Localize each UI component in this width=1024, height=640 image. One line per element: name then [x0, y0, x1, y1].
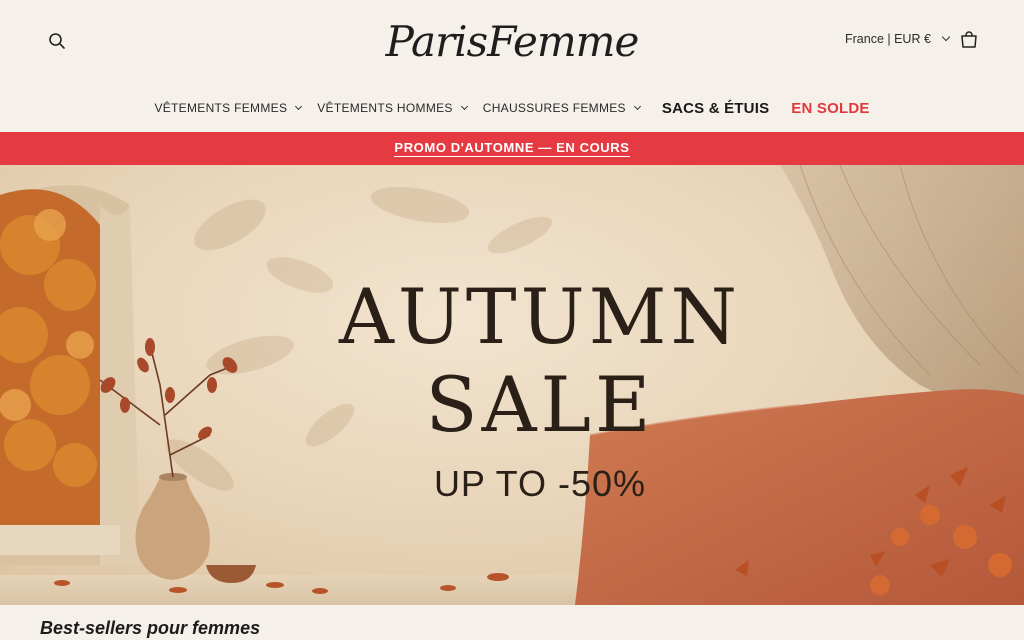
- chevron-down-icon: [941, 32, 951, 42]
- nav-label: SACS & ÉTUIS: [661, 99, 770, 117]
- search-icon[interactable]: [46, 30, 68, 52]
- nav-item-sacs-etuis[interactable]: SACS & ÉTUIS: [662, 100, 769, 117]
- hero-subtitle: UP TO -50%: [433, 463, 647, 504]
- hero-title-line1: AUTUMN: [339, 272, 741, 361]
- nav-label: CHAUSSURES FEMMES: [482, 101, 626, 115]
- hero-banner[interactable]: AUTUMN SALE UP TO -50%: [0, 165, 1024, 605]
- promo-banner: PROMO D'AUTOMNE — EN COURS: [0, 132, 1024, 165]
- locale-label: France | EUR €: [845, 32, 931, 46]
- nav-item-en-solde[interactable]: EN SOLDE: [791, 100, 869, 117]
- chevron-down-icon: [460, 102, 468, 111]
- nav-label: VÊTEMENTS FEMMES: [154, 101, 288, 115]
- nav-item-chaussures-femmes[interactable]: CHAUSSURES FEMMES: [482, 101, 641, 115]
- hero-title-line2: SALE: [425, 360, 655, 449]
- promo-link[interactable]: PROMO D'AUTOMNE — EN COURS: [394, 140, 630, 157]
- cart-icon[interactable]: [958, 29, 980, 51]
- nav-label: VÊTEMENTS HOMMES: [317, 101, 453, 115]
- nav-item-vetements-hommes[interactable]: VÊTEMENTS HOMMES: [317, 101, 468, 115]
- nav-label: EN SOLDE: [791, 99, 870, 117]
- site-header: ParisFemme France | EUR € VÊTEMENTS FEMM…: [0, 0, 1024, 132]
- chevron-down-icon: [295, 102, 303, 111]
- logo[interactable]: ParisFemme: [386, 8, 640, 74]
- locale-selector[interactable]: France | EUR €: [845, 32, 951, 46]
- section-title: Best-sellers pour femmes: [40, 618, 261, 638]
- hero-title: AUTUMN SALE: [280, 273, 800, 449]
- nav-item-vetements-femmes[interactable]: VÊTEMENTS FEMMES: [154, 101, 303, 115]
- main-nav: VÊTEMENTS FEMMES VÊTEMENTS HOMMES CHAUSS…: [0, 94, 1024, 122]
- chevron-down-icon: [633, 102, 641, 111]
